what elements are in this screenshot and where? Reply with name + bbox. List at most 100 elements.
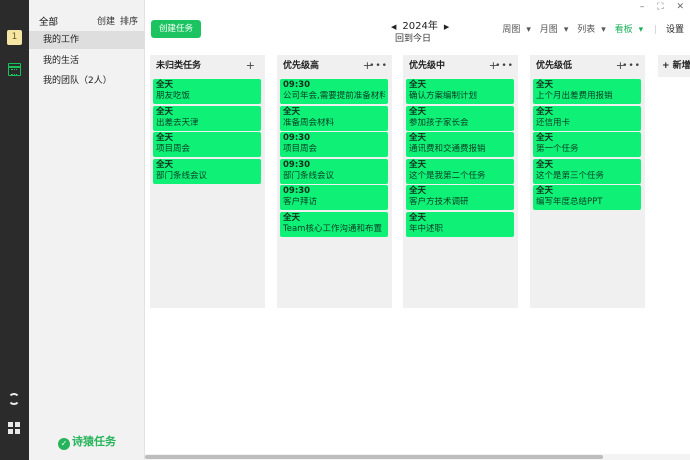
task-card[interactable]: 全天 还信用卡 — [533, 105, 641, 131]
close-icon[interactable]: ✕ — [676, 2, 684, 12]
kanban-column: 优先级低 + ••• 全天 上个月出差费用报销 全天 还信用卡 全天 第一个任务 全天 这个是第三个… — [530, 55, 645, 308]
sidebar-sort-button[interactable]: 排序 — [120, 14, 138, 27]
task-time: 全天 — [409, 159, 427, 170]
minimize-icon[interactable]: – — [640, 2, 645, 12]
view-list-tab[interactable]: 列表 — [577, 25, 595, 35]
task-card[interactable]: 全天 朋友吃饭 — [153, 79, 261, 104]
task-title: 部门条线会议 — [156, 170, 208, 181]
task-title: 部门条线会议 — [283, 170, 335, 181]
kanban-column: 未归类任务 + 全天 朋友吃饭 全天 出差去天津 全天 项目周会 全天 部门条线会议 — [150, 55, 265, 308]
task-card[interactable]: 全天 参加孩子家长会 — [406, 105, 514, 131]
create-task-button[interactable]: 创建任务 — [151, 20, 201, 38]
task-title: Team核心工作沟通和布置 — [283, 223, 382, 234]
task-title: 出差去天津 — [156, 117, 199, 128]
kanban-column: 优先级中 + ••• 全天 确认方案编制计划 全天 参加孩子家长会 全天 通讯费和交通费报销 全天… — [403, 55, 518, 308]
divider: | — [654, 25, 658, 35]
next-year-icon[interactable]: ▶ — [444, 23, 449, 31]
task-title: 公司年会,需要提前准备材料 — [283, 91, 385, 101]
maximize-icon[interactable]: ⛶ — [657, 2, 663, 12]
column-title: 未归类任务 — [156, 61, 202, 71]
apps-grid-icon[interactable] — [8, 422, 20, 434]
task-title: 第一个任务 — [536, 144, 579, 154]
task-card[interactable]: 09:30 项目周会 — [280, 132, 388, 157]
task-time: 全天 — [409, 106, 427, 117]
settings-button[interactable]: 设置 — [666, 25, 684, 35]
dropdown-icon: ▾ — [601, 25, 606, 35]
view-month-tab[interactable]: 月图 — [540, 25, 558, 35]
brand-name: 诗猿任务 — [72, 435, 116, 448]
horizontal-scrollbar[interactable] — [145, 454, 690, 460]
task-card[interactable]: 全天 编写年度总结PPT — [533, 185, 641, 210]
task-card[interactable]: 全天 这个是第三个任务 — [533, 158, 641, 184]
task-card[interactable]: 全天 部门条线会议 — [153, 158, 261, 184]
view-week-tab[interactable]: 周图 — [502, 25, 520, 35]
task-time: 全天 — [536, 133, 554, 143]
task-card[interactable]: 全天 确认方案编制计划 — [406, 79, 514, 104]
column-header: 优先级低 + ••• — [530, 55, 645, 77]
workspace-badge[interactable]: 1 — [7, 30, 22, 45]
task-time: 全天 — [536, 186, 554, 196]
task-card[interactable]: 09:30 公司年会,需要提前准备材料 — [280, 79, 388, 104]
task-card[interactable]: 09:30 客户拜访 — [280, 185, 388, 210]
task-time: 全天 — [283, 212, 301, 223]
column-title: 优先级低 — [536, 61, 573, 71]
sidebar-item-my-life[interactable]: 我的生活 — [29, 52, 145, 70]
view-board-tab[interactable]: 看板 — [615, 25, 633, 35]
task-title: 客户拜访 — [283, 197, 318, 207]
task-time: 全天 — [156, 106, 174, 117]
task-card[interactable]: 全天 这个是我第二个任务 — [406, 158, 514, 184]
brand-icon: ✓ — [58, 438, 70, 450]
task-card[interactable]: 全天 准备周会材料 — [280, 105, 388, 131]
sidebar-header: 全部 创建 排序 — [39, 14, 138, 28]
task-time: 全天 — [536, 159, 554, 170]
back-to-today-button[interactable]: 回到今日 — [395, 31, 431, 44]
task-title: 年中述职 — [409, 223, 444, 234]
task-time: 全天 — [409, 212, 427, 223]
task-card[interactable]: 09:30 部门条线会议 — [280, 158, 388, 184]
task-time: 09:30 — [283, 159, 311, 170]
more-options-icon[interactable]: ••• — [495, 55, 514, 77]
sidebar-create-button[interactable]: 创建 — [97, 14, 115, 27]
task-title: 项目周会 — [283, 144, 318, 154]
more-options-icon[interactable]: ••• — [622, 55, 641, 77]
task-card[interactable]: 全天 第一个任务 — [533, 132, 641, 157]
task-card[interactable]: 全天 项目周会 — [153, 132, 261, 157]
dropdown-icon: ▾ — [526, 25, 531, 35]
task-title: 这个是我第二个任务 — [409, 170, 486, 181]
column-title: 优先级高 — [283, 61, 320, 71]
dropdown-icon: ▾ — [638, 25, 644, 35]
task-title: 这个是第三个任务 — [536, 170, 605, 181]
task-time: 全天 — [409, 80, 427, 90]
task-card[interactable]: 全天 通讯费和交通费报销 — [406, 132, 514, 157]
window-controls: – ⛶ ✕ — [630, 2, 684, 12]
task-card[interactable]: 全天 出差去天津 — [153, 105, 261, 131]
task-card[interactable]: 全天 客户方技术调研 — [406, 185, 514, 210]
task-time: 全天 — [536, 106, 554, 117]
task-time: 全天 — [409, 133, 427, 143]
sync-icon[interactable] — [8, 393, 20, 405]
task-title: 确认方案编制计划 — [409, 91, 478, 101]
task-title: 朋友吃饭 — [156, 91, 191, 101]
prev-year-icon[interactable]: ◀ — [391, 23, 396, 31]
sidebar-item-my-work[interactable]: 我的工作 — [29, 31, 145, 49]
more-options-icon[interactable]: ••• — [369, 55, 388, 77]
view-switcher: 周图 ▾ 月图 ▾ 列表 ▾ 看板 ▾ | 设置 — [496, 22, 684, 35]
task-time: 09:30 — [283, 80, 311, 90]
task-card[interactable]: 全天 上个月出差费用报销 — [533, 79, 641, 104]
task-title: 参加孩子家长会 — [409, 117, 469, 128]
task-time: 全天 — [409, 186, 427, 196]
brand-logo: ✓ 诗猿任务 — [58, 433, 116, 450]
sidebar-item-my-team[interactable]: 我的团队（2人） — [29, 72, 145, 90]
task-card[interactable]: 全天 年中述职 — [406, 211, 514, 237]
task-time: 全天 — [156, 159, 174, 170]
task-title: 准备周会材料 — [283, 117, 335, 128]
task-title: 编写年度总结PPT — [536, 197, 603, 207]
task-card[interactable]: 全天 Team核心工作沟通和布置 — [280, 211, 388, 237]
new-column-button[interactable]: + 新增 — [658, 55, 690, 77]
calendar-icon[interactable] — [8, 63, 21, 76]
main-area: – ⛶ ✕ 创建任务 ◀ 2024年 ▶ 回到今日 周图 ▾ 月图 ▾ 列表 ▾ 看板 ▾ … — [145, 0, 690, 460]
add-card-icon[interactable]: + — [246, 55, 255, 77]
task-title: 客户方技术调研 — [409, 197, 469, 207]
sidebar-all-label[interactable]: 全部 — [39, 14, 58, 28]
scrollbar-thumb[interactable] — [145, 455, 603, 459]
